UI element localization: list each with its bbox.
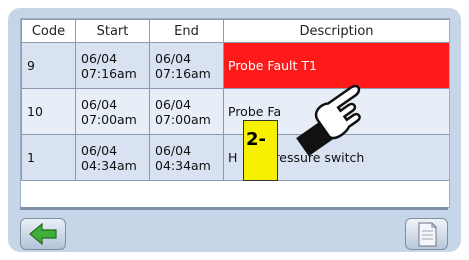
cell-code: 9 xyxy=(21,42,76,89)
table-header-row: Code Start End Description xyxy=(21,19,449,43)
end-date: 06/04 xyxy=(155,96,192,112)
alarm-log-table: Code Start End Description 9 06/04 07:16a… xyxy=(21,19,449,181)
cell-end: 06/04 07:16am xyxy=(149,42,224,89)
start-date: 06/04 xyxy=(81,142,118,158)
cell-code: 1 xyxy=(21,134,76,181)
table-row[interactable]: 9 06/04 07:16am 06/04 07:16am Probe Fault … xyxy=(21,42,449,89)
column-header-code: Code xyxy=(21,19,76,43)
start-time: 07:00am xyxy=(81,111,137,127)
alarm-log-table-panel: Code Start End Description 9 06/04 07:16a… xyxy=(20,18,450,208)
document-button[interactable] xyxy=(405,218,448,250)
cell-end: 06/04 04:34am xyxy=(149,134,224,181)
end-time: 07:00am xyxy=(155,111,211,127)
start-date: 06/04 xyxy=(81,50,118,66)
table-footer-bar xyxy=(20,207,448,210)
column-header-description: Description xyxy=(223,19,449,43)
cell-start: 06/04 07:16am xyxy=(75,42,150,89)
cell-start: 06/04 04:34am xyxy=(75,134,150,181)
end-date: 06/04 xyxy=(155,142,192,158)
start-time: 07:16am xyxy=(81,65,137,81)
back-arrow-icon xyxy=(29,222,57,246)
table-row[interactable]: 10 06/04 07:00am 06/04 07:00am Probe Fa xyxy=(21,88,449,135)
start-time: 04:34am xyxy=(81,157,137,173)
end-time: 04:34am xyxy=(155,157,211,173)
end-time: 07:16am xyxy=(155,65,211,81)
step-callout: 2- xyxy=(243,120,278,181)
cell-code: 10 xyxy=(21,88,76,135)
start-date: 06/04 xyxy=(81,96,118,112)
description-head: H xyxy=(228,150,238,165)
cell-end: 06/04 07:00am xyxy=(149,88,224,135)
pointing-hand-icon xyxy=(296,84,361,157)
end-date: 06/04 xyxy=(155,50,192,66)
table-row[interactable]: 1 06/04 04:34am 06/04 04:34am Hressure swi… xyxy=(21,134,449,181)
column-header-start: Start xyxy=(75,19,150,43)
back-button[interactable] xyxy=(20,218,66,250)
document-icon xyxy=(418,222,437,247)
column-header-end: End xyxy=(149,19,224,43)
cell-start: 06/04 07:00am xyxy=(75,88,150,135)
